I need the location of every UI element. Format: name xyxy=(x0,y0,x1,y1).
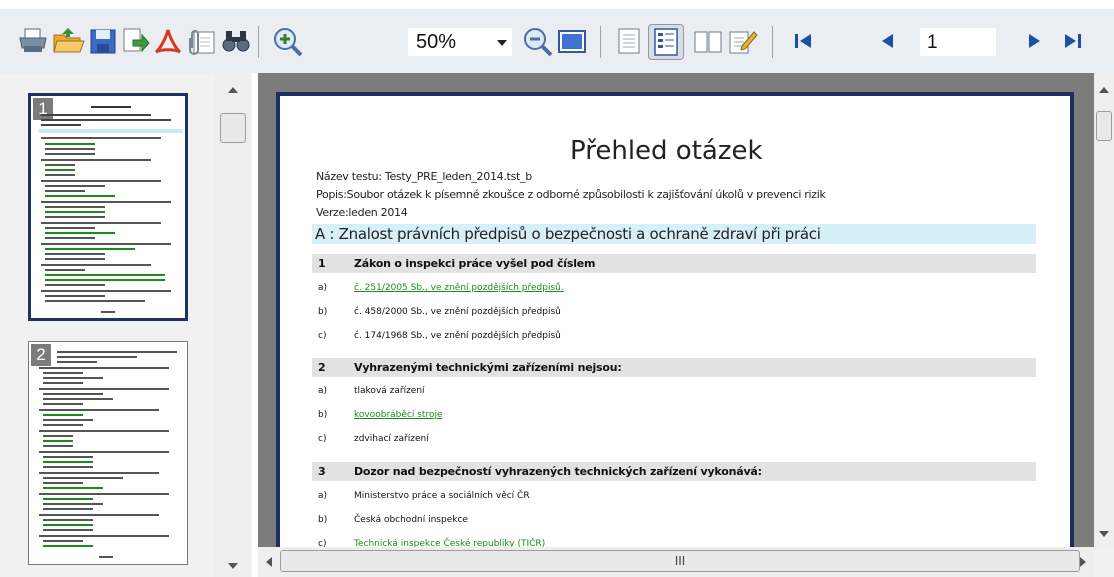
document-vertical-scrollbar[interactable] xyxy=(1094,73,1114,547)
question-text: Zákon o inspekci práce vyšel pod číslem xyxy=(354,257,596,270)
document-horizontal-scrollbar[interactable]: III xyxy=(258,547,1094,577)
answer-text: č. 174/1968 Sb., ve znění pozdějších pře… xyxy=(354,331,561,341)
scroll-left-icon[interactable] xyxy=(266,557,272,567)
answer-letter: a) xyxy=(318,283,328,293)
question-text: Vyhrazenými technickými zařízeními nejso… xyxy=(354,361,622,374)
answer-letter: a) xyxy=(318,386,328,396)
save-icon[interactable] xyxy=(88,26,118,58)
zoom-in-icon[interactable] xyxy=(272,26,304,58)
answer-letter: b) xyxy=(318,307,328,317)
question-number: 3 xyxy=(318,465,326,478)
scroll-right-icon[interactable] xyxy=(1080,557,1086,567)
book-view-icon[interactable] xyxy=(692,26,724,58)
question-number: 1 xyxy=(318,257,326,270)
find-icon[interactable] xyxy=(220,26,252,58)
scrollbar-thumb[interactable]: III xyxy=(280,550,1080,572)
section-heading: A : Znalost právních předpisů o bezpečno… xyxy=(312,224,1036,244)
export-icon[interactable] xyxy=(120,26,150,58)
thumbnail-number: 2 xyxy=(31,344,51,366)
thumbnail-scrollbar[interactable] xyxy=(215,73,249,577)
first-page-icon[interactable] xyxy=(792,26,816,58)
answer-text: Česká obchodní inspekce xyxy=(354,515,468,525)
question-number: 2 xyxy=(318,361,326,374)
scrollbar-thumb[interactable] xyxy=(220,113,246,143)
page-title: Přehled otázek xyxy=(570,136,763,166)
answer-letter: a) xyxy=(318,491,328,501)
toolbar-separator xyxy=(258,26,259,58)
answer-letter: c) xyxy=(318,331,327,341)
single-page-icon[interactable] xyxy=(614,26,644,58)
zoom-out-icon[interactable] xyxy=(522,26,554,58)
question-text: Dozor nad bezpečností vyhrazených techni… xyxy=(354,465,762,478)
answer-letter: b) xyxy=(318,410,328,420)
next-page-icon[interactable] xyxy=(1024,26,1044,58)
attach-icon[interactable] xyxy=(186,26,218,58)
answer-text: tlaková zařízení xyxy=(354,386,425,396)
answer-text: Ministerstvo práce a sociálních věcí ČR xyxy=(354,491,530,501)
scroll-up-icon[interactable] xyxy=(1099,87,1109,93)
page-number-input[interactable]: 1 xyxy=(920,28,996,56)
toolbar-separator xyxy=(600,26,601,58)
scroll-down-icon[interactable] xyxy=(1099,531,1109,537)
answer-letter: b) xyxy=(318,515,328,525)
page-number-value: 1 xyxy=(927,32,938,53)
print-icon[interactable] xyxy=(18,26,48,58)
answer-text-correct: č. 251/2005 Sb., ve znění pozdějších pře… xyxy=(354,283,564,293)
scrollbar-thumb[interactable] xyxy=(1096,111,1112,141)
scroll-up-icon[interactable] xyxy=(228,87,238,93)
answer-letter: c) xyxy=(318,434,327,444)
answer-text: zdvihací zařízení xyxy=(354,434,429,444)
toolbar-separator xyxy=(772,26,773,58)
zoom-value: 50% xyxy=(416,31,457,53)
scrollbar-corner xyxy=(1094,547,1114,577)
toolbar-top-border xyxy=(0,8,1114,9)
previous-page-icon[interactable] xyxy=(878,26,898,58)
test-name: Název testu: Testy_PRE_leden_2014.tst_b xyxy=(316,170,532,183)
page-thumbnail-1[interactable]: 1 xyxy=(28,93,188,321)
page-view-icon[interactable] xyxy=(556,26,588,58)
toolbar: 50% 1 xyxy=(0,8,1114,73)
edit-icon[interactable] xyxy=(726,26,758,58)
scroll-down-icon[interactable] xyxy=(228,563,238,569)
test-description: Popis:Soubor otázek k písemné zkoušce z … xyxy=(316,188,826,201)
answer-text: č. 458/2000 Sb., ve znění pozdějších pře… xyxy=(354,307,561,317)
thumbnail-number: 1 xyxy=(33,98,53,120)
pdf-icon[interactable] xyxy=(152,26,184,58)
document-page: Přehled otázek Název testu: Testy_PRE_le… xyxy=(276,92,1074,577)
test-version: Verze:leden 2014 xyxy=(316,206,408,219)
chevron-down-icon[interactable] xyxy=(497,40,507,46)
page-thumbnail-2[interactable]: 2 xyxy=(28,341,188,565)
zoom-select[interactable]: 50% xyxy=(408,28,512,56)
multi-page-icon[interactable] xyxy=(648,24,684,60)
answer-text-correct: kovoobráběcí stroje xyxy=(354,410,443,420)
last-page-icon[interactable] xyxy=(1060,26,1084,58)
open-icon[interactable] xyxy=(52,26,86,58)
